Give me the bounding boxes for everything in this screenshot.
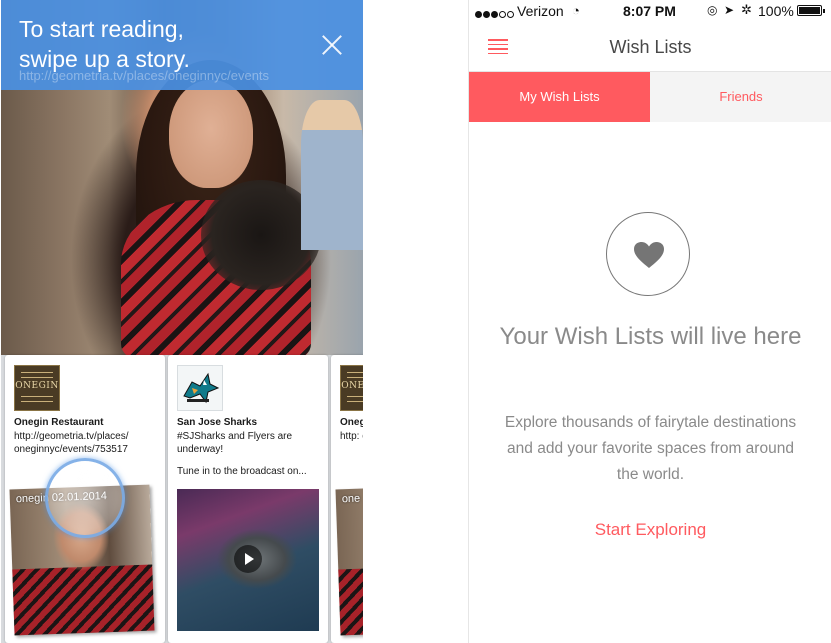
shark-icon (183, 372, 220, 404)
onboarding-line-1: To start reading, (19, 16, 184, 42)
photo-face (169, 80, 253, 188)
onboarding-line-2: swipe up a story. (19, 46, 190, 72)
empty-state-title: Your Wish Lists will live here (499, 323, 802, 350)
story-text: http: oneg (340, 431, 363, 442)
page-title: Wish Lists (609, 37, 692, 57)
story-text: #SJSharks and Flyers are underway! (177, 431, 293, 455)
status-bar: Verizon ◔ 8:07 PM ◎ ➤ ✲ 100% (469, 0, 831, 22)
empty-state-description: Explore thousands of fairytale destinati… (504, 414, 797, 483)
story-video-thumbnail[interactable] (177, 489, 319, 631)
stories-app-screen: http://geometria.tv/places/oneginnyc/eve… (1, 0, 363, 643)
onboarding-message: To start reading, swipe up a story. (19, 14, 190, 74)
wifi-icon: ◔ (572, 3, 580, 18)
story-text[interactable]: http://geometria.tv/places/ oneginnyc/ev… (14, 430, 160, 456)
onegin-logo-text: ONEGIN (15, 381, 59, 391)
screenshot-canvas: http://geometria.tv/places/oneginnyc/eve… (0, 0, 831, 643)
tab-friends[interactable]: Friends (650, 72, 831, 122)
carrier-name: Verizon (517, 3, 564, 19)
touch-indicator (45, 458, 125, 538)
play-icon[interactable] (234, 545, 262, 573)
story-text-secondary: Tune in to the broadcast on... (177, 466, 307, 477)
story-title: Onegin Restaurant (14, 417, 104, 428)
onegin-logo: ONEGIN (340, 365, 363, 411)
navigation-bar: Wish Lists (469, 22, 831, 72)
onboarding-banner: http://geometria.tv/places/oneginnyc/eve… (1, 0, 363, 90)
bluetooth-icon: ✲ (741, 2, 752, 17)
story-card[interactable]: ONEGIN Oneg http: oneg one (331, 355, 363, 643)
status-time: 8:07 PM (623, 3, 676, 19)
onegin-logo: ONEGIN (14, 365, 60, 411)
heart-icon (606, 212, 690, 296)
signal-strength-icon (475, 5, 515, 21)
wishlist-tabs: My Wish Lists Friends (469, 72, 831, 122)
story-card[interactable]: San Jose Sharks #SJSharks and Flyers are… (168, 355, 328, 643)
location-icon: ➤ (724, 3, 735, 17)
photo-background-person (301, 100, 363, 250)
battery-icon (797, 5, 825, 16)
battery-percent: 100% (758, 3, 794, 19)
onegin-logo-text: ONEGIN (341, 381, 363, 391)
tab-my-wish-lists[interactable]: My Wish Lists (469, 72, 650, 122)
close-icon[interactable] (319, 32, 345, 58)
wishlists-app-screen: Verizon ◔ 8:07 PM ◎ ➤ ✲ 100% Wish Lists … (468, 0, 831, 643)
story-photo[interactable]: one (335, 484, 363, 636)
sharks-logo (177, 365, 223, 411)
start-exploring-button[interactable]: Start Exploring (549, 520, 752, 540)
photo-caption: one (341, 492, 361, 506)
story-title: San Jose Sharks (177, 417, 258, 428)
rotation-lock-icon: ◎ (707, 3, 718, 17)
story-title: Oneg (340, 417, 363, 428)
